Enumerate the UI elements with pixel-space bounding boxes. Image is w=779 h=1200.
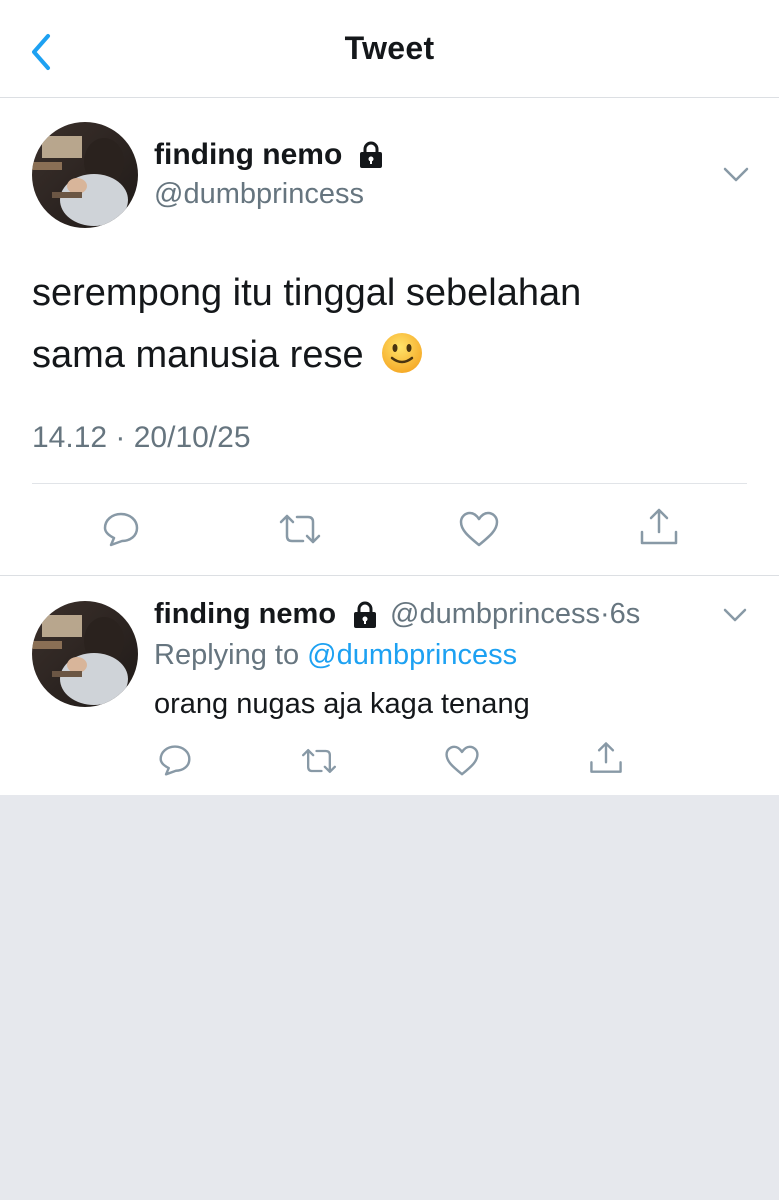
like-icon[interactable]: [458, 510, 500, 548]
avatar[interactable]: [32, 122, 138, 228]
nav-header: Tweet: [0, 0, 779, 98]
chevron-down-icon[interactable]: [722, 607, 748, 623]
tweet-text-segment: sama manusia rese: [32, 334, 364, 376]
retweet-icon[interactable]: [276, 510, 324, 548]
reply-icon[interactable]: [158, 743, 192, 777]
tweet-text: serempong itu tinggal sebelahan sama man…: [32, 262, 732, 386]
share-icon[interactable]: [588, 740, 624, 776]
lock-icon: [354, 601, 377, 628]
page-title: Tweet: [344, 30, 435, 66]
divider: [32, 483, 747, 484]
tweet-timestamp: 14.12 · 20/10/25: [32, 421, 251, 454]
reply-text: orang nugas aja kaga tenang: [154, 688, 530, 720]
chevron-down-icon[interactable]: [722, 166, 750, 184]
tweet-text-line: serempong itu tinggal sebelahan: [32, 272, 582, 314]
replying-to: Replying to @dumbprincess: [154, 639, 517, 672]
retweet-icon[interactable]: [299, 745, 339, 777]
avatar[interactable]: [32, 601, 138, 707]
reply-time: ·6s: [600, 598, 641, 630]
empty-background: [0, 795, 779, 1200]
author-name[interactable]: finding nemo: [154, 598, 336, 631]
reply-icon[interactable]: [102, 510, 140, 548]
lock-icon: [360, 141, 383, 168]
author-name[interactable]: finding nemo: [154, 138, 342, 172]
tweet-text-line: sama manusia rese: [32, 324, 732, 386]
replying-prefix: Replying to: [154, 639, 300, 671]
slightly-smiling-face-icon: [382, 332, 423, 373]
replying-handle-link[interactable]: @dumbprincess: [307, 639, 517, 671]
author-handle[interactable]: @dumbprincess: [390, 598, 600, 631]
divider: [0, 575, 779, 576]
author-row: finding nemo: [154, 138, 384, 172]
reply-author-row: finding nemo @dumbprincess ·6s: [154, 598, 640, 631]
share-icon[interactable]: [638, 506, 680, 548]
like-icon[interactable]: [444, 744, 480, 777]
tweet-panel: Tweet finding nemo @dumbprincess serempo…: [0, 0, 779, 795]
author-handle[interactable]: @dumbprincess: [154, 178, 364, 211]
